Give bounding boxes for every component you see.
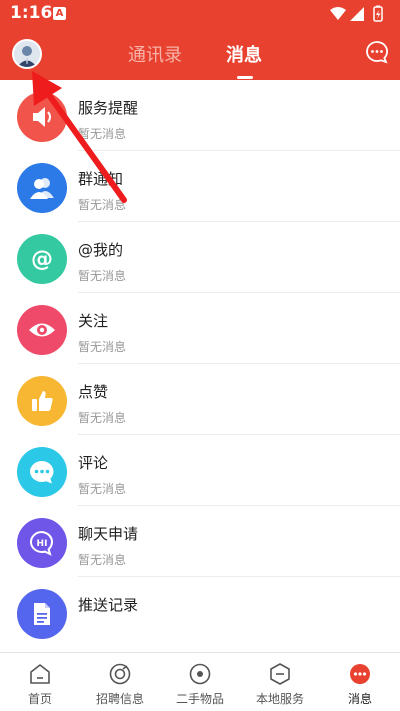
message-list: 服务提醒 暂无消息 群通知 暂无消息 @ @我的 暂无消息 关注 暂无消息 点赞…	[0, 80, 400, 648]
list-item-likes[interactable]: 点赞 暂无消息	[0, 364, 400, 435]
bottom-nav-label: 首页	[27, 692, 52, 706]
item-subtitle: 暂无消息	[78, 269, 127, 283]
bottom-nav-secondhand[interactable]: 二手物品	[160, 653, 240, 711]
avatar-icon	[14, 41, 40, 67]
bottom-nav-local-service[interactable]: 本地服务	[240, 653, 320, 711]
secondhand-icon	[189, 663, 211, 685]
item-title: 推送记录	[78, 596, 139, 614]
status-icons	[330, 5, 383, 22]
item-title: @我的	[78, 241, 124, 259]
status-bar: 1:16 A	[0, 0, 400, 28]
tab-messages[interactable]: 消息	[226, 41, 262, 67]
bottom-nav: 首页 招聘信息 二手物品 本地服务 消息	[0, 652, 400, 710]
status-time: 1:16	[10, 3, 53, 23]
signal-icon	[350, 7, 364, 21]
item-subtitle: 暂无消息	[78, 411, 127, 425]
bottom-nav-label: 招聘信息	[95, 692, 144, 706]
speaker-icon	[17, 92, 67, 142]
item-title: 关注	[78, 312, 109, 330]
home-icon	[30, 664, 50, 684]
item-subtitle: 暂无消息	[78, 340, 127, 354]
top-nav: 通讯录 消息	[0, 28, 400, 80]
list-item-chat-request[interactable]: HI 聊天申请 暂无消息	[0, 506, 400, 577]
messages-icon	[350, 664, 370, 684]
item-title: 群通知	[78, 170, 124, 188]
bottom-nav-label: 消息	[347, 692, 372, 706]
list-item-push-records[interactable]: 推送记录	[0, 577, 400, 648]
list-item-group-notice[interactable]: 群通知 暂无消息	[0, 151, 400, 222]
active-tab-indicator	[237, 76, 253, 79]
list-item-service-reminder[interactable]: 服务提醒 暂无消息	[0, 80, 400, 151]
item-subtitle: 暂无消息	[78, 553, 127, 567]
at-icon: @	[17, 234, 67, 284]
list-item-follow[interactable]: 关注 暂无消息	[0, 293, 400, 364]
bottom-nav-label: 二手物品	[175, 692, 224, 706]
recruit-icon	[109, 663, 131, 685]
item-subtitle: 暂无消息	[78, 482, 127, 496]
comment-icon	[17, 447, 67, 497]
item-title: 点赞	[78, 383, 109, 401]
group-icon	[17, 163, 67, 213]
bottom-nav-home[interactable]: 首页	[0, 653, 80, 711]
bottom-nav-messages[interactable]: 消息	[320, 653, 400, 711]
document-icon	[17, 589, 67, 639]
notification-icon: A	[53, 7, 66, 20]
chat-bubble-icon[interactable]	[365, 40, 389, 64]
wifi-icon	[330, 7, 346, 20]
item-subtitle: 暂无消息	[78, 127, 127, 141]
eye-icon	[17, 305, 67, 355]
item-subtitle: 暂无消息	[78, 198, 127, 212]
bottom-nav-label: 本地服务	[255, 692, 304, 706]
hi-bubble-icon: HI	[17, 518, 67, 568]
thumbs-up-icon	[17, 376, 67, 426]
svg-text:HI: HI	[37, 539, 48, 549]
bottom-nav-recruit[interactable]: 招聘信息	[80, 653, 160, 711]
item-title: 评论	[78, 454, 109, 472]
avatar[interactable]	[12, 39, 42, 69]
item-title: 聊天申请	[78, 525, 139, 543]
item-title: 服务提醒	[78, 99, 139, 117]
svg-text:@: @	[31, 247, 53, 272]
tab-contacts[interactable]: 通讯录	[128, 41, 182, 67]
list-item-comments[interactable]: 评论 暂无消息	[0, 435, 400, 506]
list-item-mentions[interactable]: @ @我的 暂无消息	[0, 222, 400, 293]
local-service-icon	[270, 663, 290, 685]
